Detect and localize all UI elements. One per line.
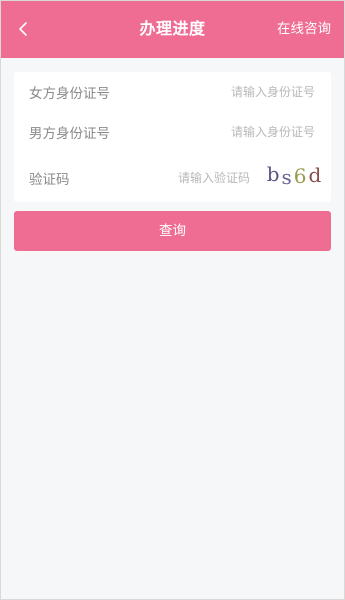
male-id-input[interactable] bbox=[135, 117, 315, 147]
captcha-input[interactable] bbox=[120, 163, 250, 193]
online-consult-link[interactable]: 在线咨询 bbox=[277, 0, 331, 58]
captcha-label: 验证码 bbox=[29, 172, 70, 188]
female-id-input[interactable] bbox=[135, 77, 315, 107]
male-id-label: 男方身份证号 bbox=[29, 126, 110, 142]
captcha-char: d bbox=[308, 163, 324, 187]
captcha-char: b bbox=[266, 162, 282, 186]
captcha-char: s bbox=[281, 165, 294, 189]
query-form: 女方身份证号 男方身份证号 验证码 b s 6 d bbox=[14, 72, 331, 202]
captcha-image[interactable]: b s 6 d bbox=[265, 161, 325, 191]
captcha-row: 验证码 b s 6 d bbox=[14, 158, 331, 198]
top-nav-bar: 办理进度 在线咨询 bbox=[0, 0, 345, 58]
male-id-row: 男方身份证号 bbox=[14, 112, 331, 152]
captcha-char: 6 bbox=[293, 164, 309, 188]
female-id-row: 女方身份证号 bbox=[14, 72, 331, 112]
query-button[interactable]: 查询 bbox=[14, 211, 331, 251]
female-id-label: 女方身份证号 bbox=[29, 86, 110, 102]
